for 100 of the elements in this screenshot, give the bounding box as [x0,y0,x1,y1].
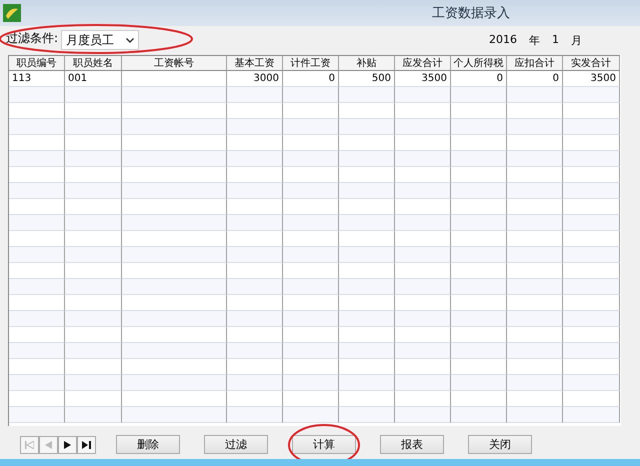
table-cell [395,247,451,263]
table-cell [507,87,563,103]
column-header[interactable]: 基本工资 [227,55,283,71]
table-cell [65,87,122,103]
table-cell [339,151,395,167]
table-cell [227,343,283,359]
table-cell [339,343,395,359]
column-header[interactable]: 工资帐号 [122,55,227,71]
table-cell [227,279,283,295]
table-cell [395,311,451,327]
table-cell [283,343,339,359]
table-cell [227,183,283,199]
table-cell [227,311,283,327]
table-cell [451,215,507,231]
table-cell [395,279,451,295]
table-cell [507,215,563,231]
year-value: 2016 [489,32,517,48]
table-cell [283,311,339,327]
table-cell [507,119,563,135]
table-cell [507,247,563,263]
table-cell [395,151,451,167]
action-button[interactable]: 计算 [292,435,356,454]
table-cell [507,183,563,199]
table-cell [283,215,339,231]
month-value: 1 [552,32,559,48]
table-cell [451,311,507,327]
table-cell [451,183,507,199]
column-header[interactable]: 计件工资 [283,55,339,71]
triangle-icon [44,440,53,448]
table-cell [339,279,395,295]
table-cell [339,87,395,103]
table-cell [451,247,507,263]
table-cell [65,279,122,295]
column-header[interactable]: 职员编号 [9,55,65,71]
column-header[interactable]: 实发合计 [563,55,620,71]
filter-dropdown[interactable]: 月度员工 [61,30,140,50]
table-cell [507,343,563,359]
table-cell [65,183,122,199]
table-cell [339,407,395,423]
table-cell [339,247,395,263]
month-unit: 月 [571,32,582,48]
window-title: 工资数据录入 [432,5,510,22]
table-cell [227,87,283,103]
table-cell [65,119,122,135]
table-cell [395,375,451,391]
table-cell [339,183,395,199]
table-cell [451,407,507,423]
table-cell [227,247,283,263]
table-cell [65,311,122,327]
table-cell [395,87,451,103]
skip-icon [25,440,34,448]
column-header[interactable]: 应扣合计 [507,55,563,71]
table-cell [451,343,507,359]
triangle-icon [63,440,72,448]
action-button[interactable]: 报表 [380,435,444,454]
table-cell [395,119,451,135]
column-header[interactable]: 补贴 [339,55,395,71]
next-record-button[interactable] [58,436,77,454]
column-header[interactable]: 应发合计 [395,55,451,71]
table-cell [283,119,339,135]
table-cell [227,375,283,391]
table-cell [283,375,339,391]
column-header[interactable]: 个人所得税 [451,55,507,71]
table-cell [283,151,339,167]
table-cell [451,87,507,103]
app-icon [3,4,21,22]
table-cell [227,407,283,423]
chevron-icon [126,38,134,42]
table-cell [451,119,507,135]
table-cell [339,119,395,135]
table-cell [283,247,339,263]
action-button[interactable]: 删除 [116,435,180,454]
table-cell [451,375,507,391]
table-cell [227,215,283,231]
year-unit: 年 [529,32,540,48]
table-cell [283,183,339,199]
table-cell [451,279,507,295]
action-button[interactable]: 关闭 [468,435,532,454]
table-cell [339,311,395,327]
action-button[interactable]: 过滤 [204,435,268,454]
table-cell [227,151,283,167]
table-cell [65,247,122,263]
last-record-button[interactable] [77,436,96,454]
column-header[interactable]: 职员姓名 [65,55,122,71]
table-cell [339,375,395,391]
table-cell [65,407,122,423]
skip-icon [82,440,91,448]
filter-label: 过滤条件: [6,30,58,47]
table-cell [507,279,563,295]
table-cell [395,343,451,359]
table-cell [65,375,122,391]
table-cell [507,151,563,167]
table-cell [283,87,339,103]
table-cell [395,407,451,423]
table-cell [395,215,451,231]
table-cell [339,215,395,231]
table-cell [65,343,122,359]
table-cell [65,151,122,167]
table-cell [65,215,122,231]
table-cell [395,183,451,199]
